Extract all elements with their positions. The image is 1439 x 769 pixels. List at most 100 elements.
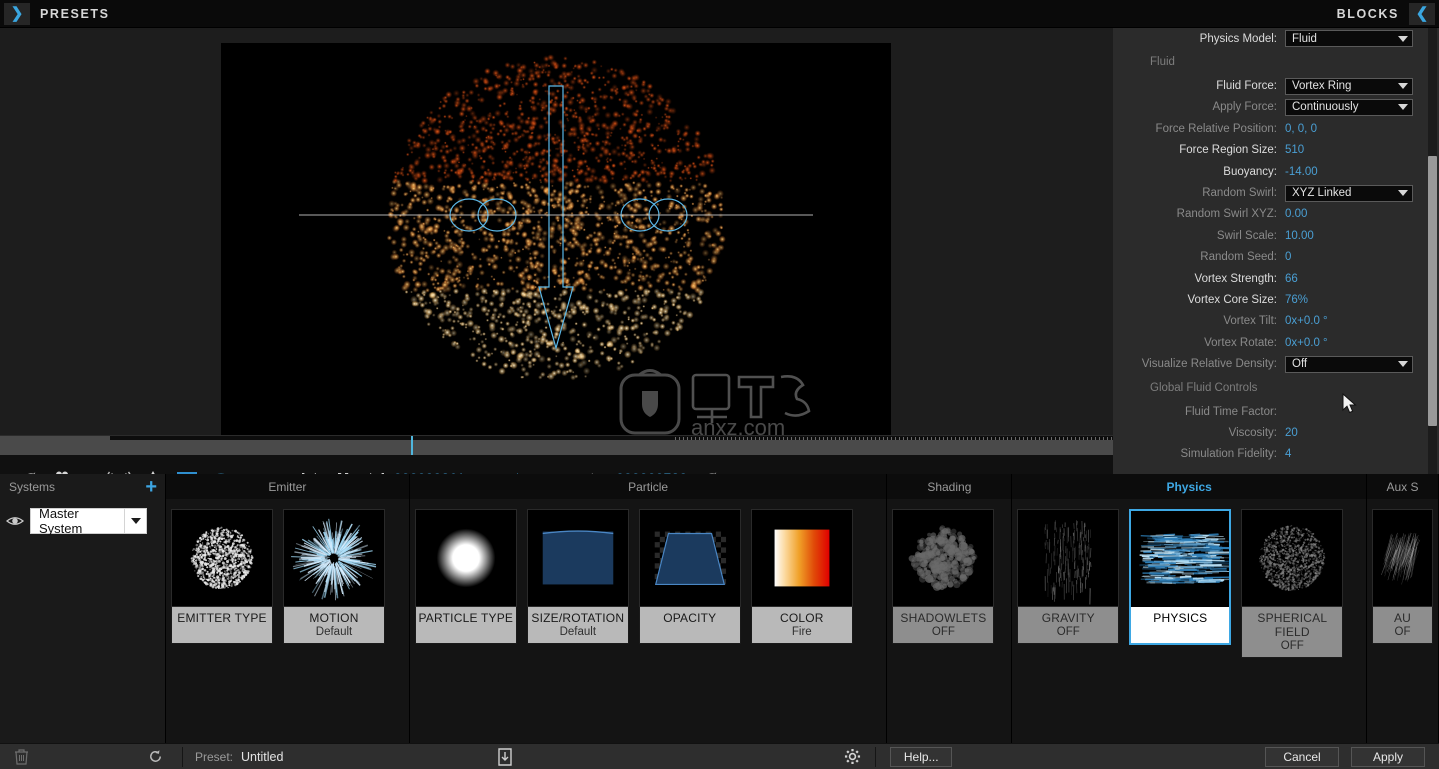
property-label: Swirl Scale: xyxy=(1216,229,1277,242)
properties-panel: Physics Model: Fluid Fluid Fluid Force: Vort… xyxy=(1113,28,1439,474)
properties-scrollbar-thumb[interactable] xyxy=(1428,156,1437,426)
block-column-header[interactable]: Physics xyxy=(1012,474,1366,499)
chevron-left-icon: ❮ xyxy=(1415,5,1429,22)
block-sublabel: OFF xyxy=(1056,626,1080,638)
block-thumbnail xyxy=(1129,509,1232,607)
property-label: Buoyancy: xyxy=(1223,165,1277,178)
preset-value[interactable]: Untitled xyxy=(241,750,283,764)
property-value[interactable]: 0x+0.0 ° xyxy=(1285,315,1328,327)
block-sublabel xyxy=(418,626,514,638)
property-dropdown[interactable]: Vortex Ring xyxy=(1285,77,1413,95)
property-row: Viscosity: 20 xyxy=(1113,422,1425,443)
block-caption: AU OF xyxy=(1372,607,1433,644)
property-value[interactable]: 76% xyxy=(1285,294,1308,306)
properties-section-header: Global Fluid Controls xyxy=(1150,381,1258,394)
block-thumbnail xyxy=(1372,509,1433,607)
block-tile-size-rotation[interactable]: SIZE/ROTATION Default xyxy=(526,509,629,644)
property-dropdown[interactable]: Fluid xyxy=(1285,30,1413,48)
block-name: SIZE/ROTATION xyxy=(531,611,625,625)
block-tile-gravity[interactable]: GRAVITY OFF xyxy=(1017,509,1120,658)
plus-icon[interactable]: + xyxy=(145,477,157,497)
help-button[interactable]: Help... xyxy=(890,746,953,767)
property-dropdown[interactable]: Continuously xyxy=(1285,98,1413,116)
property-dropdown-value: Fluid xyxy=(1292,32,1317,45)
property-label: Random Swirl: xyxy=(1202,187,1277,200)
property-value[interactable]: 0x+0.0 ° xyxy=(1285,337,1328,349)
block-thumbnail xyxy=(1241,509,1344,607)
property-row: Vortex Tilt: 0x+0.0 ° xyxy=(1113,311,1425,332)
property-dropdown[interactable]: XYZ Linked xyxy=(1285,184,1413,202)
block-column-header[interactable]: Emitter xyxy=(166,474,409,499)
block-tile-motion[interactable]: MOTION Default xyxy=(283,509,385,644)
block-tile-au[interactable]: AU OF xyxy=(1372,509,1433,644)
block-sublabel: Default xyxy=(559,626,597,638)
property-label: Fluid Force: xyxy=(1216,80,1277,93)
property-row: Random Swirl XYZ: 0.00 xyxy=(1113,204,1425,225)
block-caption: SIZE/ROTATION Default xyxy=(526,607,629,644)
property-row: Buoyancy: -14.00 xyxy=(1113,161,1425,182)
property-value[interactable]: 0.00 xyxy=(1285,208,1307,220)
property-dropdown-value: Off xyxy=(1292,358,1308,371)
block-columns: Emitter EMITTER TYPE MOTION Default Particl… xyxy=(166,474,1439,743)
block-column-header[interactable]: Particle xyxy=(409,474,887,499)
property-row: Force Relative Position: 0, 0, 0 xyxy=(1113,118,1425,139)
property-value[interactable]: 0 xyxy=(1285,251,1291,263)
timeline-playhead[interactable] xyxy=(411,436,413,456)
property-value[interactable]: 20 xyxy=(1285,427,1298,439)
block-name: COLOR xyxy=(779,611,824,625)
eye-icon[interactable] xyxy=(6,514,24,528)
bottom-bar: Preset: Untitled Help... Cancel Apply xyxy=(0,743,1439,769)
chevron-down-icon xyxy=(1398,83,1408,90)
property-row: Vortex Strength: 66 xyxy=(1113,268,1425,289)
block-tiles: SHADOWLETS OFF xyxy=(887,499,1011,644)
property-label: Force Region Size: xyxy=(1179,144,1277,157)
property-dropdown[interactable]: Off xyxy=(1285,355,1413,373)
property-label: Vortex Tilt: xyxy=(1223,315,1277,328)
trash-icon[interactable] xyxy=(4,745,38,769)
chevron-down-icon xyxy=(124,509,146,533)
property-dropdown-value: Vortex Ring xyxy=(1292,80,1352,93)
block-sublabel: Fire xyxy=(791,626,812,638)
block-column-title: Particle xyxy=(628,479,669,494)
block-tile-physics[interactable]: PHYSICS xyxy=(1129,509,1232,658)
blocks-toggle-button[interactable]: ❮ xyxy=(1409,2,1435,25)
cancel-button[interactable]: Cancel xyxy=(1265,746,1339,767)
preview-viewport[interactable]: anxz.com xyxy=(221,43,891,435)
block-tile-spherical-field[interactable]: SPHERICAL FIELD OFF xyxy=(1241,509,1344,658)
block-tile-opacity[interactable]: OPACITY xyxy=(638,509,741,644)
block-column-header[interactable]: Shading xyxy=(887,474,1012,499)
block-caption: COLOR Fire xyxy=(750,607,853,644)
property-row: Fluid Force: Vortex Ring xyxy=(1113,75,1425,96)
reset-preset-icon[interactable] xyxy=(138,745,172,769)
property-row: Random Swirl: XYZ Linked xyxy=(1113,182,1425,203)
systems-panel: Systems + Master System xyxy=(0,474,166,743)
timeline-ticks xyxy=(675,437,1113,440)
property-value[interactable]: 66 xyxy=(1285,273,1298,285)
property-row: Physics Model: Fluid xyxy=(1113,28,1425,49)
property-value[interactable]: 510 xyxy=(1285,144,1304,156)
block-tile-shadowlets[interactable]: SHADOWLETS OFF xyxy=(892,509,995,644)
block-thumbnail xyxy=(526,509,629,607)
block-tiles: PARTICLE TYPE SIZE/ROTATION Default OPACIT… xyxy=(410,499,887,644)
block-tile-color[interactable]: COLOR Fire xyxy=(750,509,853,644)
block-column-physics: Physics GRAVITY OFF PHYSICS SPHERICAL FIELD… xyxy=(1012,474,1367,743)
block-name: OPACITY xyxy=(663,611,717,625)
gear-icon[interactable] xyxy=(835,745,869,769)
property-label: Apply Force: xyxy=(1212,101,1277,114)
property-value[interactable]: 0, 0, 0 xyxy=(1285,123,1317,135)
block-name: PHYSICS xyxy=(1153,611,1208,625)
mouse-pointer-icon xyxy=(1342,393,1357,414)
apply-button[interactable]: Apply xyxy=(1351,746,1425,767)
block-tile-particle-type[interactable]: PARTICLE TYPE xyxy=(414,509,517,644)
property-value[interactable]: 4 xyxy=(1285,448,1291,460)
property-value[interactable]: -14.00 xyxy=(1285,166,1318,178)
timeline-scrubber[interactable] xyxy=(0,435,1113,456)
presets-toggle-button[interactable]: ❯ xyxy=(4,2,30,25)
block-column-header[interactable]: Aux S xyxy=(1367,474,1438,499)
chevron-down-icon xyxy=(1398,104,1408,111)
save-preset-icon[interactable] xyxy=(488,745,522,769)
system-selector[interactable]: Master System xyxy=(30,506,147,536)
property-value[interactable]: 10.00 xyxy=(1285,230,1314,242)
block-tile-emitter-type[interactable]: EMITTER TYPE xyxy=(171,509,273,644)
property-label: Physics Model: xyxy=(1199,32,1277,45)
